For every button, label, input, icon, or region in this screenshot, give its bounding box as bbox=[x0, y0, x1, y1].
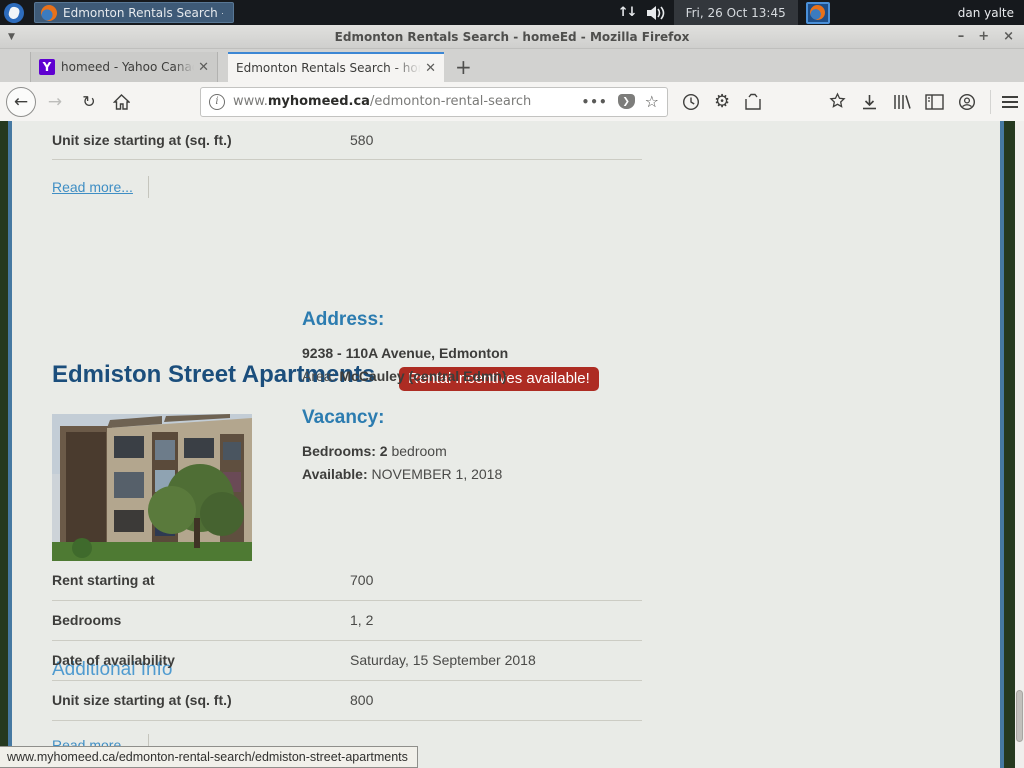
table-row: Rent starting at 700 bbox=[52, 561, 642, 601]
save-page-icon[interactable] bbox=[744, 93, 762, 111]
bookmark-star-icon[interactable]: ☆ bbox=[645, 92, 659, 111]
tab-yahoo-search[interactable]: Y homeed - Yahoo Canada Sea ✕ bbox=[30, 52, 218, 82]
account-icon[interactable] bbox=[958, 93, 976, 111]
address-heading: Address: bbox=[302, 309, 384, 331]
area-line: Area: McCauley (central Edmn) bbox=[302, 368, 507, 384]
maximize-button[interactable]: + bbox=[978, 30, 989, 43]
available-line: Available: NOVEMBER 1, 2018 bbox=[302, 466, 502, 482]
hamburger-menu-icon[interactable] bbox=[1001, 95, 1019, 109]
volume-icon[interactable] bbox=[646, 5, 666, 21]
info-row-label: Unit size starting at (sq. ft.) bbox=[52, 132, 232, 148]
firefox-icon bbox=[41, 5, 57, 21]
forward-button[interactable]: → bbox=[42, 92, 68, 112]
network-icon[interactable]: ↑↓ bbox=[618, 5, 636, 20]
reload-button[interactable]: ↻ bbox=[76, 92, 102, 111]
library-icon[interactable] bbox=[892, 93, 911, 111]
history-clock-icon[interactable] bbox=[682, 93, 700, 111]
bookmarks-star-icon[interactable] bbox=[828, 92, 847, 111]
yahoo-favicon: Y bbox=[39, 59, 55, 75]
applications-menu-icon[interactable] bbox=[4, 3, 24, 23]
read-more-link[interactable]: Read more... bbox=[52, 179, 133, 195]
table-row: Unit size starting at (sq. ft.) 800 bbox=[52, 681, 642, 721]
site-info-icon[interactable]: i bbox=[209, 94, 225, 110]
page-border-right bbox=[1004, 121, 1015, 768]
taskbar-window-label: Edmonton Rentals Search - h... bbox=[63, 6, 223, 20]
apartment-photo[interactable] bbox=[52, 414, 252, 561]
new-tab-button[interactable]: + bbox=[455, 55, 472, 79]
tab-edmonton-rentals-active[interactable]: Edmonton Rentals Search - home ✕ bbox=[228, 52, 444, 82]
close-button[interactable]: × bbox=[1003, 30, 1014, 43]
navigation-toolbar: ← → ↻ i www.myhomeed.ca/edmonton-rental-… bbox=[0, 82, 1024, 121]
table-row: Bedrooms 1, 2 bbox=[52, 601, 642, 641]
back-button[interactable]: ← bbox=[6, 87, 36, 117]
address-line: 9238 - 110A Avenue, Edmonton bbox=[302, 345, 508, 361]
info-row-value: 580 bbox=[350, 132, 373, 148]
page-border-left bbox=[0, 121, 8, 768]
firefox-tray-icon[interactable] bbox=[806, 2, 830, 24]
status-bar-link-url: www.myhomeed.ca/edmonton-rental-search/e… bbox=[0, 746, 418, 768]
window-titlebar: ▼ Edmonton Rentals Search - homeEd - Moz… bbox=[0, 25, 1024, 49]
desktop-taskbar: Edmonton Rentals Search - h... ↑↓ Fri, 2… bbox=[0, 0, 1024, 25]
window-title: Edmonton Rentals Search - homeEd - Mozil… bbox=[0, 30, 1024, 44]
gear-icon[interactable]: ⚙ bbox=[714, 91, 730, 112]
tab-close-icon[interactable]: ✕ bbox=[425, 61, 436, 76]
toolbar-separator bbox=[990, 90, 991, 114]
url-bar[interactable]: i www.myhomeed.ca/edmonton-rental-search… bbox=[200, 87, 668, 117]
system-tray: ↑↓ Fri, 26 Oct 13:45 dan yalte bbox=[618, 0, 1024, 25]
home-button[interactable] bbox=[108, 94, 134, 110]
browser-viewport: Unit size starting at (sq. ft.) 580 Read… bbox=[0, 121, 1024, 768]
taskbar-window-button[interactable]: Edmonton Rentals Search - h... bbox=[34, 2, 234, 23]
table-row: Date of availability Saturday, 15 Septem… bbox=[52, 641, 642, 681]
downloads-icon[interactable] bbox=[861, 93, 878, 111]
tab-strip: Y homeed - Yahoo Canada Sea ✕ Edmonton R… bbox=[0, 49, 1024, 82]
bedrooms-line: Bedrooms: 2 bedroom bbox=[302, 443, 447, 459]
scrollbar-thumb[interactable] bbox=[1016, 690, 1023, 742]
logged-in-user: dan yalte bbox=[958, 6, 1014, 20]
url-text[interactable]: www.myhomeed.ca/edmonton-rental-search bbox=[233, 94, 582, 109]
clock[interactable]: Fri, 26 Oct 13:45 bbox=[674, 0, 798, 25]
tab-close-icon[interactable]: ✕ bbox=[198, 60, 209, 75]
minimize-button[interactable]: – bbox=[958, 30, 965, 43]
sidebar-icon[interactable] bbox=[925, 94, 944, 110]
vacancy-heading: Vacancy: bbox=[302, 407, 384, 429]
pocket-icon[interactable]: ❯ bbox=[618, 94, 635, 109]
vertical-scrollbar[interactable] bbox=[1015, 121, 1024, 768]
page-actions-icon[interactable]: ••• bbox=[582, 95, 608, 109]
